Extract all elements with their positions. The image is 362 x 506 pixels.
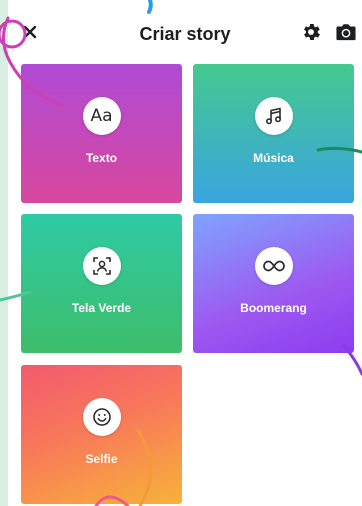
tile-label-boomerang: Boomerang xyxy=(240,301,307,315)
tile-texto[interactable]: Aa Texto xyxy=(21,64,182,203)
tile-label-texto: Texto xyxy=(85,151,118,165)
tile-tela-verde[interactable]: Tela Verde xyxy=(21,214,182,353)
top-bar: Criar story xyxy=(8,10,362,58)
infinity-icon xyxy=(254,247,293,285)
smiley-face-icon xyxy=(82,398,121,436)
tile-label-selfie: Selfie xyxy=(85,452,118,466)
tile-selfie[interactable]: Selfie xyxy=(21,365,182,504)
create-story-screen: Criar story Aa Texto Música Tela Verde B… xyxy=(8,0,362,506)
tile-musica[interactable]: Música xyxy=(193,64,354,203)
tile-boomerang[interactable]: Boomerang xyxy=(193,214,354,353)
tile-label-musica: Música xyxy=(253,151,294,165)
tile-label-tela-verde: Tela Verde xyxy=(71,301,132,315)
green-screen-icon xyxy=(82,247,121,285)
camera-icon xyxy=(335,22,357,47)
settings-button[interactable] xyxy=(299,22,323,46)
camera-button[interactable] xyxy=(334,22,358,46)
text-aa-icon: Aa xyxy=(82,97,121,135)
music-note-icon xyxy=(254,97,293,135)
gear-icon xyxy=(300,21,322,48)
